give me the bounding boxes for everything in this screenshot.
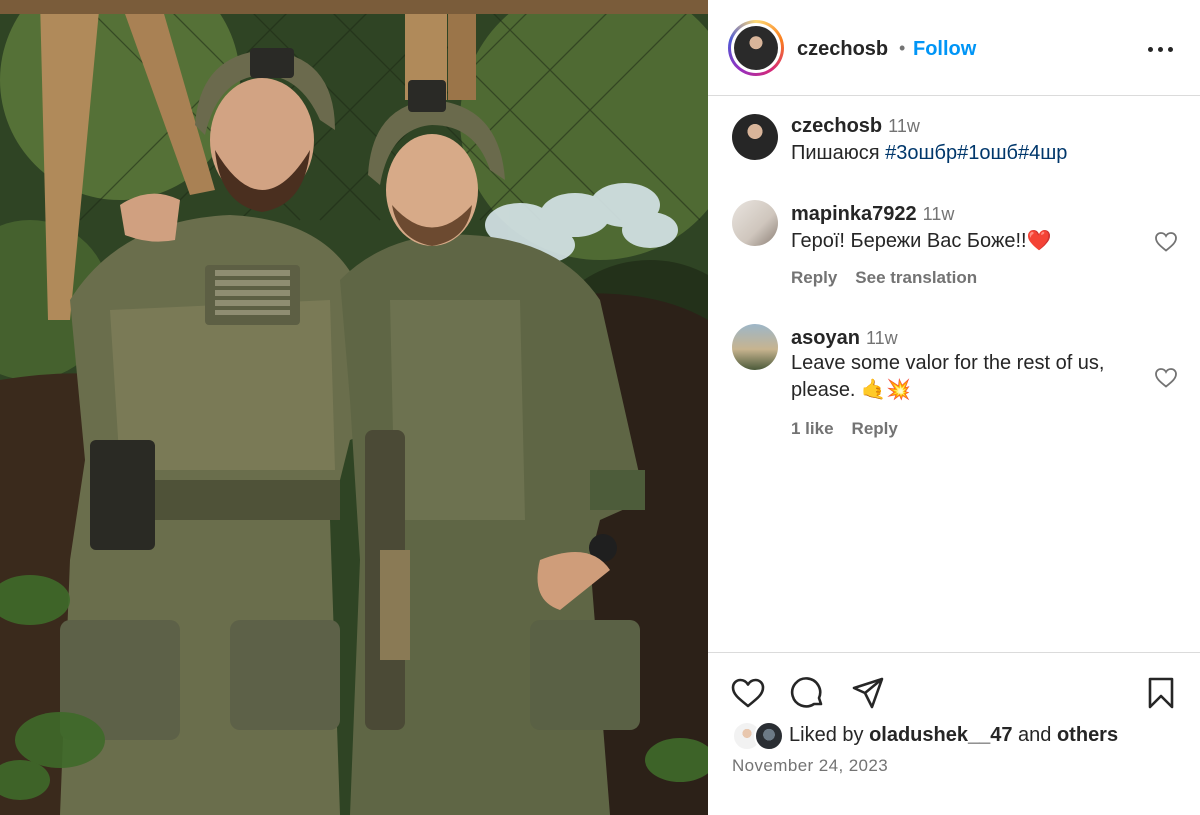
more-options-icon[interactable] (1146, 34, 1176, 64)
caption-username[interactable]: czechosb (791, 115, 882, 137)
comment-icon[interactable] (790, 675, 826, 711)
comment-avatar[interactable] (732, 200, 778, 246)
follow-button[interactable]: Follow (913, 38, 976, 61)
liked-by-text: Liked by oladushek__47 and others (789, 724, 1118, 747)
post-panel: czechosb • Follow czechosb 11w Пишаюся #3… (708, 0, 1200, 815)
liked-by-avatars[interactable] (732, 721, 792, 751)
see-translation-button[interactable]: See translation (855, 268, 977, 287)
comment-username[interactable]: mapinka7922 (791, 203, 917, 225)
comment-likes[interactable]: 1 like (791, 419, 834, 438)
author-avatar[interactable] (728, 20, 784, 76)
heart-icon[interactable] (1154, 366, 1178, 390)
post-date[interactable]: November 24, 2023 (732, 756, 888, 776)
comment-avatar[interactable] (732, 324, 778, 370)
heart-icon[interactable] (1154, 230, 1178, 254)
photo-illustration (0, 0, 708, 815)
caption-hashtags[interactable]: #3ошбр#1ошб#4шр (885, 142, 1067, 164)
reply-button[interactable]: Reply (791, 268, 837, 287)
caption-text: Пишаюся (791, 142, 886, 164)
heart-icon[interactable] (730, 675, 766, 711)
post-photo[interactable] (0, 0, 708, 815)
post-header: czechosb • Follow (708, 0, 1200, 96)
share-icon[interactable] (850, 675, 886, 711)
caption-time: 11w (888, 116, 920, 136)
comment-text: Герої! Бережи Вас Боже!!❤️ (791, 230, 1052, 252)
caption-avatar[interactable] (732, 114, 778, 160)
liked-by-others[interactable]: others (1057, 724, 1118, 746)
bookmark-icon[interactable] (1143, 675, 1179, 711)
liked-by-user[interactable]: oladushek__47 (869, 724, 1012, 746)
reply-button[interactable]: Reply (852, 419, 898, 438)
comment-time: 11w (865, 328, 898, 348)
author-username[interactable]: czechosb (797, 38, 888, 61)
comment-item: mapinka7922 11w Герої! Бережи Вас Боже!!❤… (708, 198, 1200, 308)
comment-time: 11w (922, 204, 955, 224)
comment-text: Leave some valor for the rest of us, ple… (791, 352, 1105, 401)
header-separator: • (899, 38, 906, 58)
liked-by-prefix: Liked by (789, 724, 870, 746)
comment-username[interactable]: asoyan (791, 327, 860, 349)
liked-by-middle: and (1012, 724, 1057, 746)
comment-item: asoyan 11w Leave some valor for the rest … (708, 322, 1200, 447)
caption: czechosb 11w Пишаюся #3ошбр#1ошб#4шр (708, 110, 1200, 190)
